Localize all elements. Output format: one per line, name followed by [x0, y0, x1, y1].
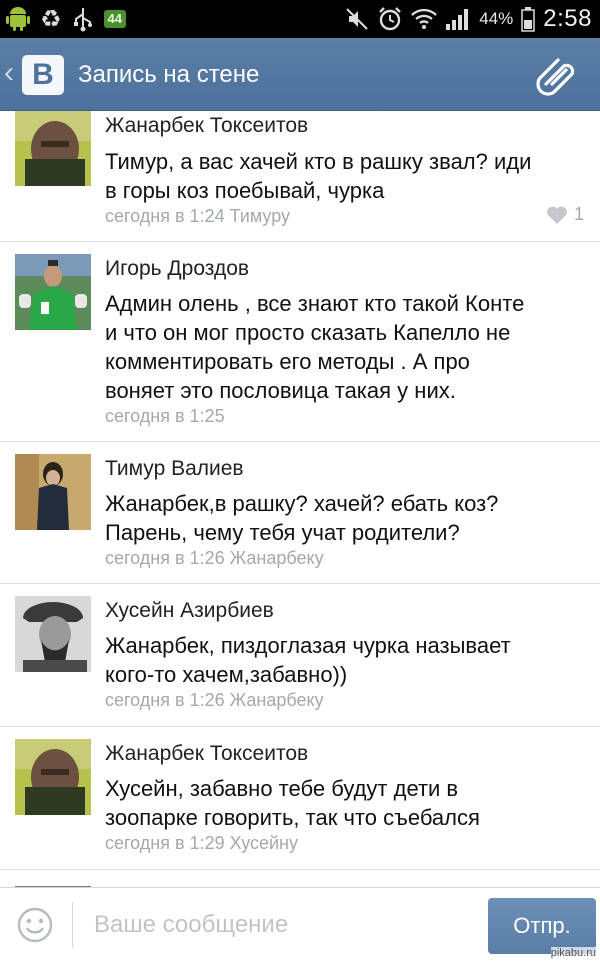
comment-text: Хусейн, забавно тебе будут дети в зоопар… [105, 774, 575, 832]
vk-logo[interactable]: В [22, 55, 64, 95]
comment-meta[interactable]: сегодня в 1:29 Хусейну [105, 832, 298, 854]
chevron-left-icon[interactable]: ‹ [4, 58, 14, 88]
signal-icon [445, 7, 471, 31]
comment-item[interactable]: Хусейн Азирбиев Жанарбек, пиздоглазая чу… [0, 583, 600, 727]
comment-author[interactable]: Жанарбек Токсеитов [105, 113, 308, 139]
alarm-icon [377, 6, 403, 32]
comment-item[interactable]: Тимур Валиев Жанарбек,в рашку? хачей? еб… [0, 441, 600, 584]
comment-meta[interactable]: сегодня в 1:24 Тимуру [105, 205, 290, 227]
comments-list[interactable]: Жанарбек Токсеитов Тимур, а вас хачей кт… [0, 111, 600, 887]
mute-icon [345, 7, 369, 31]
clock: 2:58 [543, 5, 592, 32]
smiley-icon[interactable] [16, 906, 54, 944]
avatar[interactable] [15, 454, 91, 530]
comment-item-partial[interactable] [0, 869, 600, 887]
compose-bar: Отпр. pikabu.ru [0, 887, 600, 961]
comment-meta[interactable]: сегодня в 1:25 [105, 405, 225, 427]
heart-icon [547, 206, 567, 224]
usb-icon [72, 6, 94, 32]
avatar[interactable] [15, 739, 91, 815]
android-icon [6, 6, 30, 32]
comment-author[interactable]: Жанарбек Токсеитов [105, 741, 308, 767]
send-button[interactable]: Отпр. [488, 898, 596, 954]
comment-text-line: Тимур, а вас хачей кто в рашку звал? иди [105, 149, 532, 174]
status-bar-right: 44% 2:58 [345, 3, 592, 35]
comment-item[interactable]: Жанарбек Токсеитов Хусейн, забавно тебе … [0, 726, 600, 870]
like-count: 1 [573, 204, 584, 224]
avatar[interactable] [15, 111, 91, 186]
comment-text-line: Парень, чему тебя учат родители? [105, 520, 460, 545]
comment-text: Жанарбек,в рашку? хачей? ебать коз? Паре… [105, 489, 575, 547]
status-bar: ♻ 44 44% 2:58 [0, 0, 600, 38]
comment-text: Жанарбек, пиздоглазая чурка называет ког… [105, 631, 575, 689]
wifi-icon [411, 8, 438, 30]
comment-text-line: Жанарбек, пиздоглазая чурка называет [105, 633, 511, 658]
battery-percent: 44% [479, 9, 514, 28]
comment-item[interactable]: Игорь Дроздов Админ олень , все знают кт… [0, 241, 600, 442]
divider [72, 902, 73, 948]
avatar[interactable] [15, 254, 91, 330]
comment-author[interactable]: Тимур Валиев [105, 456, 244, 482]
comment-text-line: комментировать его методы . А про [105, 349, 470, 374]
watermark: pikabu.ru [550, 947, 596, 959]
notification-badge: 44 [103, 10, 126, 28]
comment-author[interactable]: Игорь Дроздов [105, 256, 249, 282]
comment-meta[interactable]: сегодня в 1:26 Жанарбеку [105, 689, 324, 711]
comment-text-line: в горы коз поебывай, чурка [105, 178, 385, 203]
comment-author[interactable]: Хусейн Азирбиев [105, 598, 274, 624]
comment-text: Админ олень , все знают кто такой Конте … [105, 289, 575, 405]
comment-text: Тимур, а вас хачей кто в рашку звал? иди… [105, 147, 575, 205]
paperclip-icon[interactable] [536, 54, 580, 96]
like-button[interactable]: 1 [546, 204, 584, 225]
app-header: ‹ В Запись на стене [0, 38, 600, 111]
comment-text-line: Админ олень , все знают кто такой Конте [105, 291, 525, 316]
comment-meta[interactable]: сегодня в 1:26 Жанарбеку [105, 547, 324, 569]
recycle-icon: ♻ [40, 5, 62, 33]
comment-text-line: кого-то хачем,забавно)) [105, 662, 348, 687]
comment-text-line: воняет это пословица такая у них. [105, 378, 456, 403]
avatar[interactable] [15, 596, 91, 672]
message-input[interactable] [86, 902, 482, 948]
comment-text-line: Хусейн, забавно тебе будут дети в [105, 776, 459, 801]
comment-text-line: Жанарбек,в рашку? хачей? ебать коз? [105, 491, 499, 516]
comment-text-line: и что он мог просто сказать Капелло не [105, 320, 511, 345]
battery-icon [521, 6, 536, 32]
comment-item[interactable]: Жанарбек Токсеитов Тимур, а вас хачей кт… [0, 111, 600, 242]
status-bar-left: ♻ 44 [6, 5, 126, 33]
comment-text-line: зоопарке говорить, так что съебался [105, 805, 480, 830]
page-title: Запись на стене [78, 61, 260, 88]
